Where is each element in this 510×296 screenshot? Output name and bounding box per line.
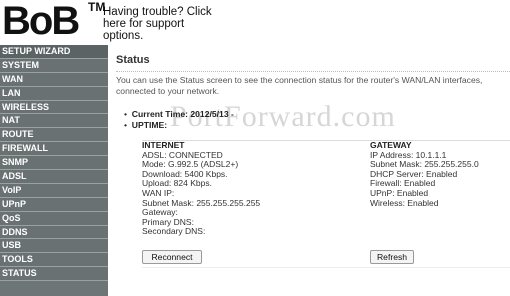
sidebar-item-wireless[interactable]: WIRELESS (0, 100, 108, 115)
sidebar-item-snmp[interactable]: SNMP (0, 156, 108, 171)
main-content: PortForward.com Status You can use the S… (110, 45, 510, 296)
sidebar-item-usb[interactable]: USB (0, 239, 108, 254)
sidebar-item-nat[interactable]: NAT (0, 114, 108, 129)
bottom-divider (142, 267, 510, 268)
sidebar-item-ddns[interactable]: DDNS (0, 225, 108, 240)
gateway-section: GATEWAY IP Address: 10.1.1.1 Subnet Mask… (370, 140, 510, 208)
gateway-wireless: Wireless: Enabled (370, 197, 439, 208)
sidebar-item-firewall[interactable]: FIREWALL (0, 142, 108, 157)
sidebar-item-upnp[interactable]: UPnP (0, 197, 108, 212)
time-info: • Current Time: 2012/5/13 - • UPTIME: (124, 109, 234, 131)
current-time: Current Time: 2012/5/13 - (131, 109, 234, 119)
sidebar-item-qos[interactable]: QoS (0, 211, 108, 226)
title-divider (116, 71, 510, 72)
sidebar-item-wan[interactable]: WAN (0, 72, 108, 87)
uptime: UPTIME: (131, 120, 168, 130)
sidebar-nav: SETUP WIZARD SYSTEM WAN LAN WIRELESS NAT… (0, 45, 108, 296)
sidebar-item-voip[interactable]: VoIP (0, 183, 108, 198)
sidebar-item-lan[interactable]: LAN (0, 86, 108, 101)
sidebar-item-status[interactable]: STATUS (0, 267, 108, 282)
sidebar-item-tools[interactable]: TOOLS (0, 253, 108, 268)
page-title: Status (116, 54, 150, 66)
sidebar-item-adsl[interactable]: ADSL (0, 170, 108, 184)
reconnect-button[interactable]: Reconnect (142, 250, 202, 264)
bob-logo: BoB (2, 0, 80, 43)
sidebar-item-setup-wizard[interactable]: SETUP WIZARD (0, 45, 108, 59)
support-link[interactable]: Having trouble? Click here for support o… (103, 6, 213, 42)
internet-secondary-dns: Secondary DNS: (142, 226, 206, 237)
internet-section: INTERNET ADSL: CONNECTED Mode: G.992.5 (… (142, 140, 342, 237)
sidebar-item-system[interactable]: SYSTEM (0, 58, 108, 73)
uptime-row: • UPTIME: (124, 120, 168, 130)
header: BoB TM Having trouble? Click here for su… (0, 0, 510, 44)
page-description: You can use the Status screen to see the… (116, 75, 483, 96)
current-time-row: • Current Time: 2012/5/13 - (124, 109, 234, 119)
refresh-button[interactable]: Refresh (370, 250, 414, 264)
sidebar-item-route[interactable]: ROUTE (0, 128, 108, 143)
